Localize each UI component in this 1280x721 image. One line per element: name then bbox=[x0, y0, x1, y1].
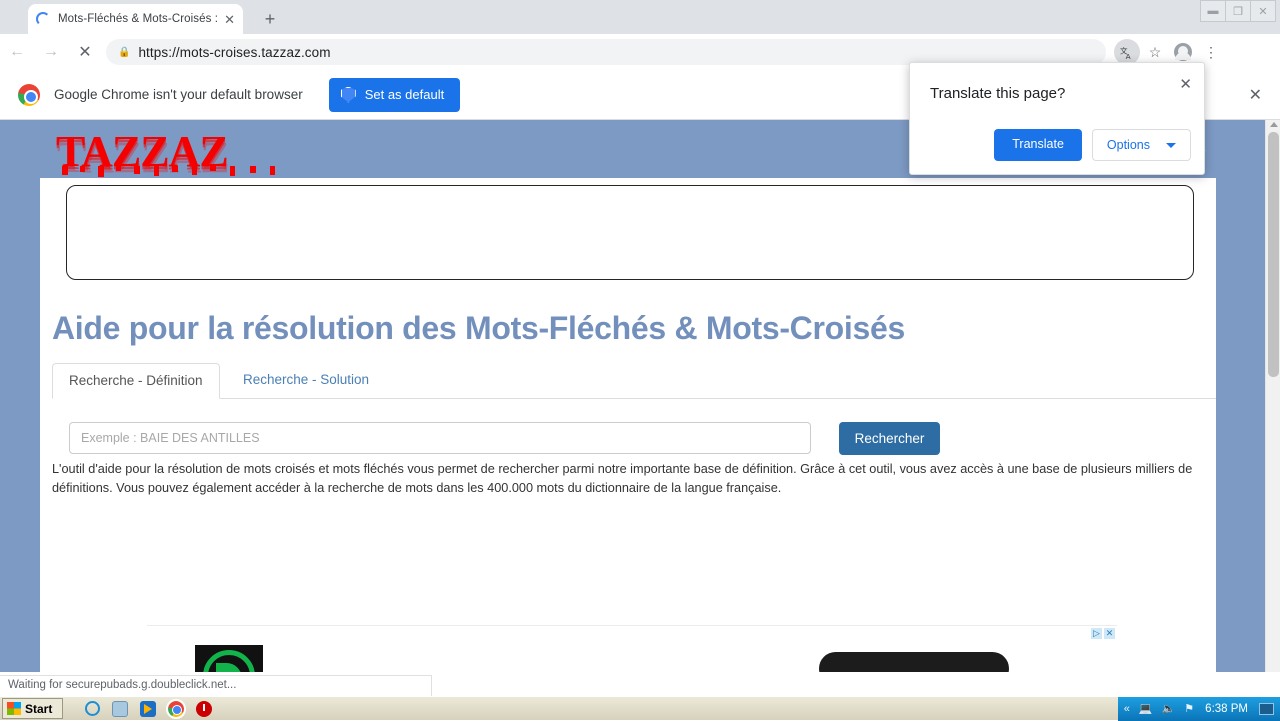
translate-options-button[interactable]: Options bbox=[1091, 129, 1191, 161]
adchoices-arrow-icon[interactable]: ▷ bbox=[1091, 628, 1102, 639]
chrome-icon[interactable] bbox=[166, 698, 187, 719]
close-icon[interactable]: ✕ bbox=[224, 13, 235, 26]
search-button[interactable]: Rechercher bbox=[839, 422, 940, 455]
windows-taskbar: Start « 💻 🔈 ⚑ 6:38 PM bbox=[0, 696, 1280, 721]
clock[interactable]: 6:38 PM bbox=[1205, 703, 1248, 715]
chrome-logo-icon bbox=[18, 83, 40, 106]
translate-bubble: Translate this page? ✕ Translate Options bbox=[909, 62, 1205, 175]
flag-icon[interactable]: ⚑ bbox=[1184, 702, 1194, 715]
back-button[interactable]: ← bbox=[0, 35, 34, 69]
adchoices-close-icon[interactable]: ✕ bbox=[1104, 628, 1115, 639]
loading-spinner-icon bbox=[36, 12, 50, 26]
volume-icon[interactable]: 🔈 bbox=[1162, 702, 1176, 715]
page-viewport: TAZZAZ TROUVER LA SOLUTION L bbox=[0, 120, 1280, 672]
page-scrollbar[interactable] bbox=[1265, 120, 1280, 672]
status-bar: Waiting for securepubads.g.doubleclick.n… bbox=[0, 675, 432, 696]
tab-recherche-definition[interactable]: Recherche - Définition bbox=[52, 363, 220, 399]
tab-recherche-solution[interactable]: Recherche - Solution bbox=[227, 363, 385, 399]
search-input[interactable]: Exemple : BAIE DES ANTILLES bbox=[69, 422, 811, 454]
tray-expand-icon[interactable]: « bbox=[1124, 703, 1130, 715]
close-window-button[interactable]: ✕ bbox=[1250, 0, 1276, 22]
lock-icon: 🔒 bbox=[118, 46, 131, 58]
adchoices-controls: ▷ ✕ bbox=[1091, 628, 1115, 639]
page-title: Aide pour la résolution des Mots-Fléchés… bbox=[52, 310, 905, 346]
scroll-up-icon[interactable] bbox=[1270, 122, 1278, 127]
chevron-down-icon bbox=[1166, 142, 1176, 148]
logo-drip-decoration bbox=[62, 166, 275, 177]
tab-title: Mots-Fléchés & Mots-Croisés : Soluti bbox=[58, 13, 220, 25]
opera-icon[interactable] bbox=[196, 700, 213, 717]
translate-bubble-close-icon[interactable]: ✕ bbox=[1179, 75, 1192, 93]
svg-text:A: A bbox=[1125, 52, 1130, 60]
internet-explorer-icon[interactable] bbox=[85, 701, 101, 716]
url-text: https://mots-croises.tazzaz.com bbox=[138, 44, 331, 60]
start-button[interactable]: Start bbox=[2, 698, 64, 719]
set-as-default-button[interactable]: Set as default bbox=[328, 77, 461, 112]
network-icon[interactable]: 💻 bbox=[1139, 702, 1153, 715]
media-player-icon[interactable] bbox=[140, 700, 157, 717]
forward-button[interactable]: → bbox=[34, 35, 68, 69]
infobar-message: Google Chrome isn't your default browser bbox=[54, 87, 303, 102]
window-controls: ▬ ❐ ✕ bbox=[1200, 0, 1276, 22]
infobar-close-icon[interactable]: ✕ bbox=[1249, 85, 1262, 105]
folder-icon[interactable] bbox=[112, 700, 129, 717]
translate-options-label: Options bbox=[1106, 138, 1150, 152]
system-tray: « 💻 🔈 ⚑ 6:38 PM bbox=[1117, 696, 1280, 721]
ad-logo-icon bbox=[195, 645, 263, 672]
show-desktop-icon[interactable] bbox=[1259, 702, 1274, 715]
minimize-button[interactable]: ▬ bbox=[1200, 0, 1226, 22]
new-tab-button[interactable]: + bbox=[258, 8, 282, 32]
advertisement-banner[interactable]: ▷ ✕ bbox=[147, 625, 1117, 672]
start-label: Start bbox=[25, 701, 53, 716]
windows-flag-icon bbox=[7, 702, 21, 715]
empty-ad-slot bbox=[66, 185, 1194, 280]
search-mode-tabs: Recherche - Définition Recherche - Solut… bbox=[52, 363, 1216, 399]
browser-tab[interactable]: Mots-Fléchés & Mots-Croisés : Soluti ✕ bbox=[28, 4, 243, 34]
stop-loading-button[interactable]: ✕ bbox=[68, 35, 102, 69]
ad-cta-button[interactable] bbox=[819, 652, 1009, 672]
browser-window: Mots-Fléchés & Mots-Croisés : Soluti ✕ +… bbox=[0, 0, 1280, 696]
quick-launch-bar bbox=[85, 698, 213, 719]
intro-paragraph: L'outil d'aide pour la résolution de mot… bbox=[52, 462, 1193, 495]
restore-button[interactable]: ❐ bbox=[1225, 0, 1251, 22]
shield-icon bbox=[340, 86, 356, 103]
translate-bubble-actions: Translate Options bbox=[994, 129, 1191, 161]
set-as-default-label: Set as default bbox=[364, 87, 445, 102]
translate-button[interactable]: Translate bbox=[994, 129, 1082, 161]
tab-strip: Mots-Fléchés & Mots-Croisés : Soluti ✕ +… bbox=[0, 0, 1280, 34]
scrollbar-thumb[interactable] bbox=[1268, 132, 1279, 377]
translate-bubble-title: Translate this page? bbox=[930, 85, 1066, 102]
